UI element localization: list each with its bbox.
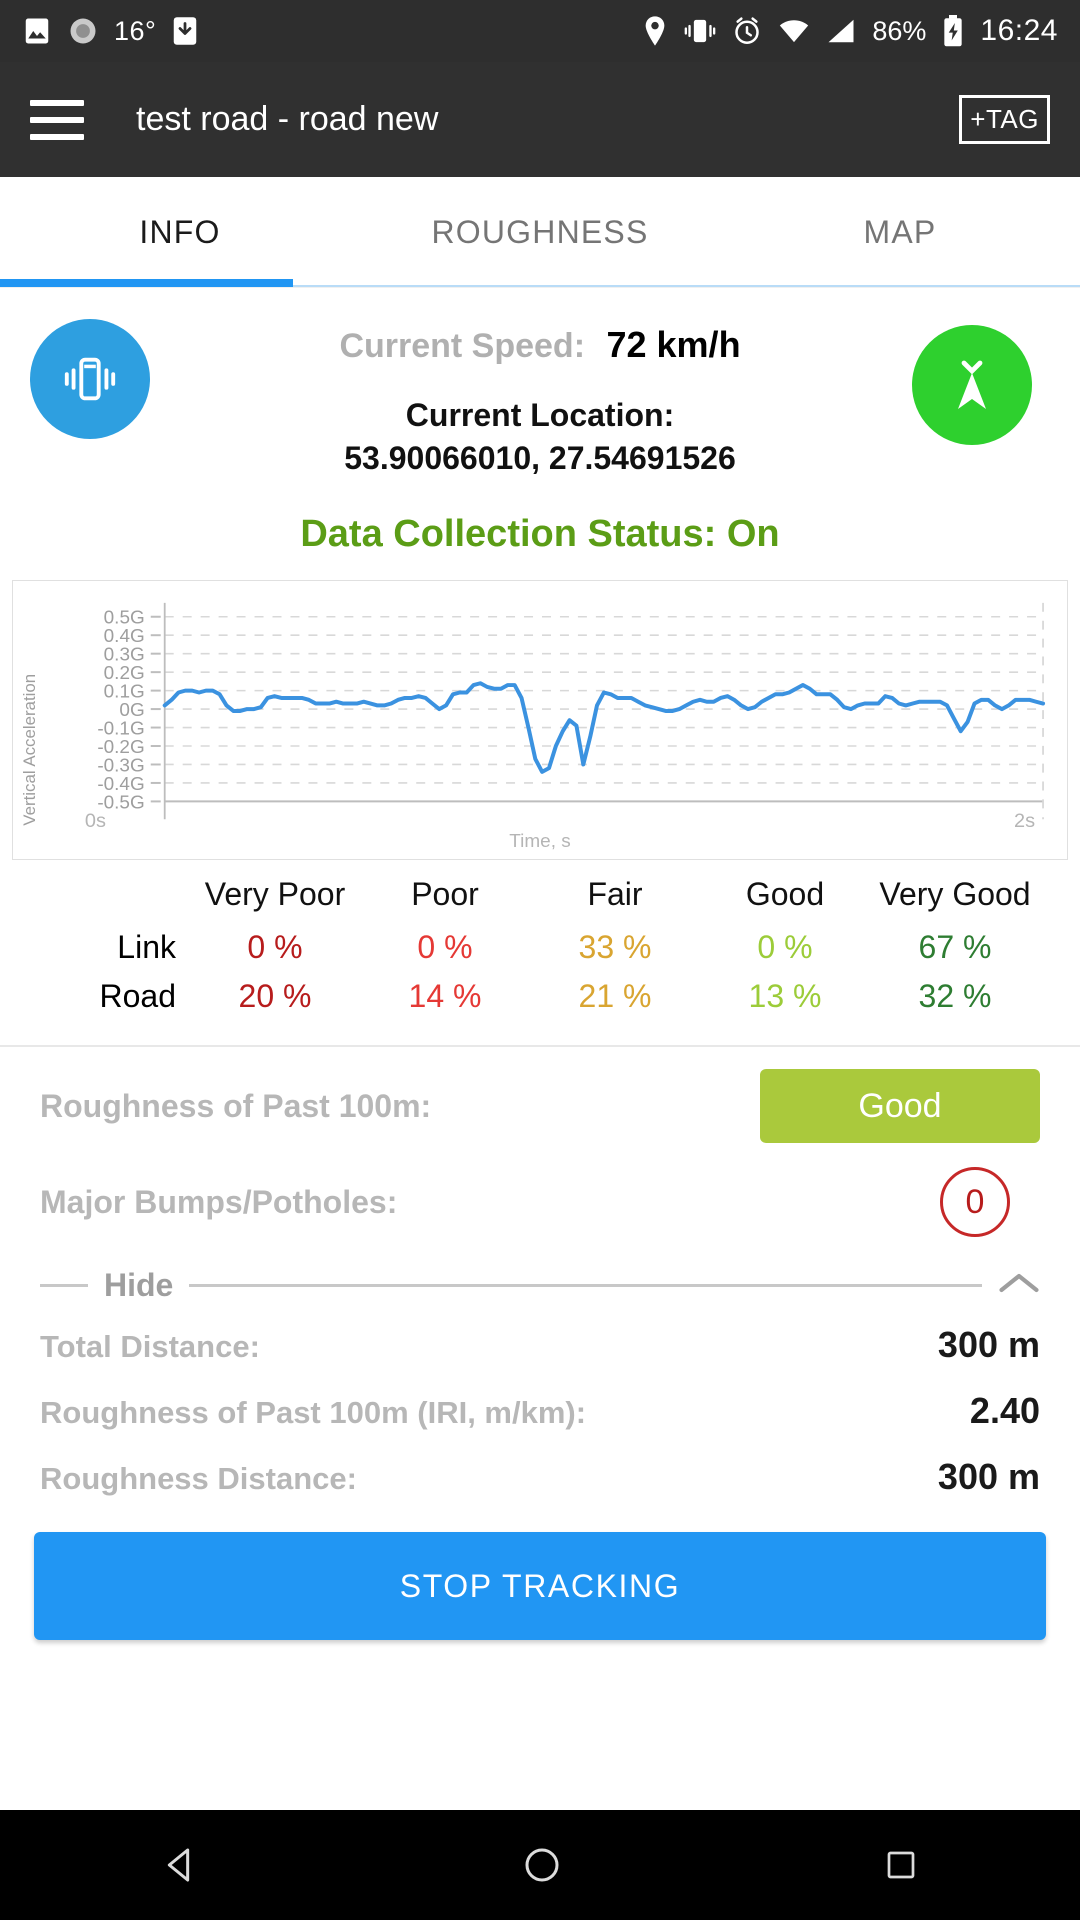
chevron-up-icon[interactable] (998, 1270, 1040, 1301)
road-very-good-value: 32 % (918, 978, 992, 1014)
vibrate-icon (61, 351, 119, 407)
current-location-value: 53.90066010, 27.54691526 (344, 440, 736, 476)
vertical-acceleration-chart: 0.5G 0.4G 0.3G 0.2G 0.1G 0G -0.1G -0.2G -0.3G -0.… (12, 580, 1068, 860)
major-bumps-label: Major Bumps/Potholes: (40, 1183, 398, 1220)
tab-bar: INFO ROUGHNESS MAP (0, 177, 1080, 287)
clock-text: 16:24 (980, 14, 1058, 47)
road-very-poor-value: 20 % (238, 978, 312, 1014)
quality-column-fair: Fair (587, 876, 643, 912)
app-bar: test road - road new +TAG (0, 62, 1080, 177)
app-screen: 16° 86% 16:24 test road - road new +TAG … (0, 0, 1080, 1920)
hide-left-rule (40, 1284, 88, 1287)
add-tag-button[interactable]: +TAG (959, 95, 1050, 144)
roughness-distance-row: Roughness Distance: 300 m (40, 1444, 1040, 1510)
readout: Current Speed: 72 km/h Current Location:… (0, 301, 1080, 556)
location-icon (642, 15, 668, 47)
roughness-distance-label: Roughness Distance: (40, 1461, 357, 1496)
battery-percent-text: 86% (872, 15, 927, 46)
quality-row-label-link: Link (117, 929, 176, 965)
quality-table: Very Poor Poor Fair Good Very Good Link … (0, 876, 1080, 1047)
temperature-text: 16° (114, 15, 157, 46)
chart-x-tick-start: 0s (85, 810, 106, 832)
details-section: Roughness of Past 100m: Good Major Bumps… (0, 1047, 1080, 1510)
total-distance-value: 300 m (937, 1324, 1040, 1365)
chart-y-axis-title: Vertical Acceleration (20, 674, 39, 826)
roughness-rating-badge: Good (760, 1069, 1040, 1143)
brightness-icon (68, 16, 98, 46)
home-circle-icon[interactable] (522, 1845, 562, 1885)
table-row: Road 20 % 14 % 21 % 13 % 32 % (40, 978, 1040, 1015)
alarm-icon (732, 16, 762, 46)
link-very-good-value: 67 % (918, 929, 992, 965)
quality-column-good: Good (745, 876, 825, 912)
iri-value: 2.40 (969, 1390, 1040, 1431)
link-good-value: 0 % (757, 929, 813, 965)
status-bar-right: 86% 16:24 (642, 14, 1058, 48)
major-bumps-row: Major Bumps/Potholes: 0 (40, 1155, 1040, 1247)
road-fair-value: 21 % (578, 978, 652, 1014)
quality-table-header: Very Poor Poor Fair Good Very Good (40, 876, 1040, 913)
road-good-value: 13 % (748, 978, 822, 1014)
cta-container: STOP TRACKING (0, 1510, 1080, 1640)
back-triangle-icon[interactable] (161, 1845, 201, 1885)
quality-column-very-good: Very Good (879, 876, 1031, 912)
link-fair-value: 33 % (578, 929, 652, 965)
battery-charging-icon (942, 15, 964, 47)
roughness-past-100m-row: Roughness of Past 100m: Good (40, 1047, 1040, 1155)
current-speed-value: 72 km/h (606, 324, 741, 365)
stop-tracking-button[interactable]: STOP TRACKING (34, 1532, 1046, 1640)
tab-info[interactable]: INFO (0, 177, 360, 287)
chart-x-axis-title: Time, s (509, 831, 570, 852)
wifi-icon (778, 17, 810, 45)
recents-square-icon[interactable] (883, 1847, 919, 1883)
roughness-distance-value: 300 m (937, 1456, 1040, 1497)
link-very-poor-value: 0 % (247, 929, 303, 965)
quality-column-very-poor: Very Poor (204, 876, 346, 912)
iri-row: Roughness of Past 100m (IRI, m/km): 2.40 (40, 1378, 1040, 1444)
total-distance-label: Total Distance: (40, 1329, 260, 1364)
status-bar: 16° 86% 16:24 (0, 0, 1080, 62)
roughness-past-100m-label: Roughness of Past 100m: (40, 1087, 432, 1124)
quality-row-label-road: Road (99, 978, 177, 1014)
hide-toggle-label: Hide (104, 1267, 174, 1303)
current-speed-row: Current Speed: 72 km/h (0, 301, 1080, 365)
gps-status-button[interactable] (912, 325, 1032, 445)
page-title: test road - road new (136, 100, 439, 138)
major-bumps-count-badge: 0 (940, 1167, 1010, 1237)
road-poor-value: 14 % (408, 978, 482, 1014)
tab-roughness[interactable]: ROUGHNESS (360, 177, 720, 287)
status-bar-left: 16° (22, 16, 214, 47)
info-panel: Current Speed: 72 km/h Current Location:… (0, 287, 1080, 556)
download-icon (172, 16, 198, 46)
hide-right-rule (189, 1284, 982, 1287)
hide-toggle-row[interactable]: Hide (40, 1247, 1040, 1312)
quality-column-poor: Poor (411, 876, 479, 912)
image-icon (22, 16, 52, 46)
vibration-toggle-button[interactable] (30, 319, 150, 439)
total-distance-row: Total Distance: 300 m (40, 1312, 1040, 1378)
tab-active-indicator (0, 279, 293, 287)
iri-label: Roughness of Past 100m (IRI, m/km): (40, 1395, 587, 1430)
link-poor-value: 0 % (417, 929, 473, 965)
current-speed-label: Current Speed: (339, 327, 586, 365)
data-collection-status: Data Collection Status: On (300, 513, 780, 555)
table-row: Link 0 % 0 % 33 % 0 % 67 % (40, 929, 1040, 966)
android-nav-bar (0, 1810, 1080, 1920)
tab-map[interactable]: MAP (720, 177, 1080, 287)
signal-icon (826, 17, 856, 45)
hamburger-menu-icon[interactable] (30, 99, 84, 140)
vibrate-icon (684, 16, 716, 46)
gps-antenna-icon (944, 355, 1000, 415)
chart-x-tick-end: 2s (1014, 810, 1035, 832)
